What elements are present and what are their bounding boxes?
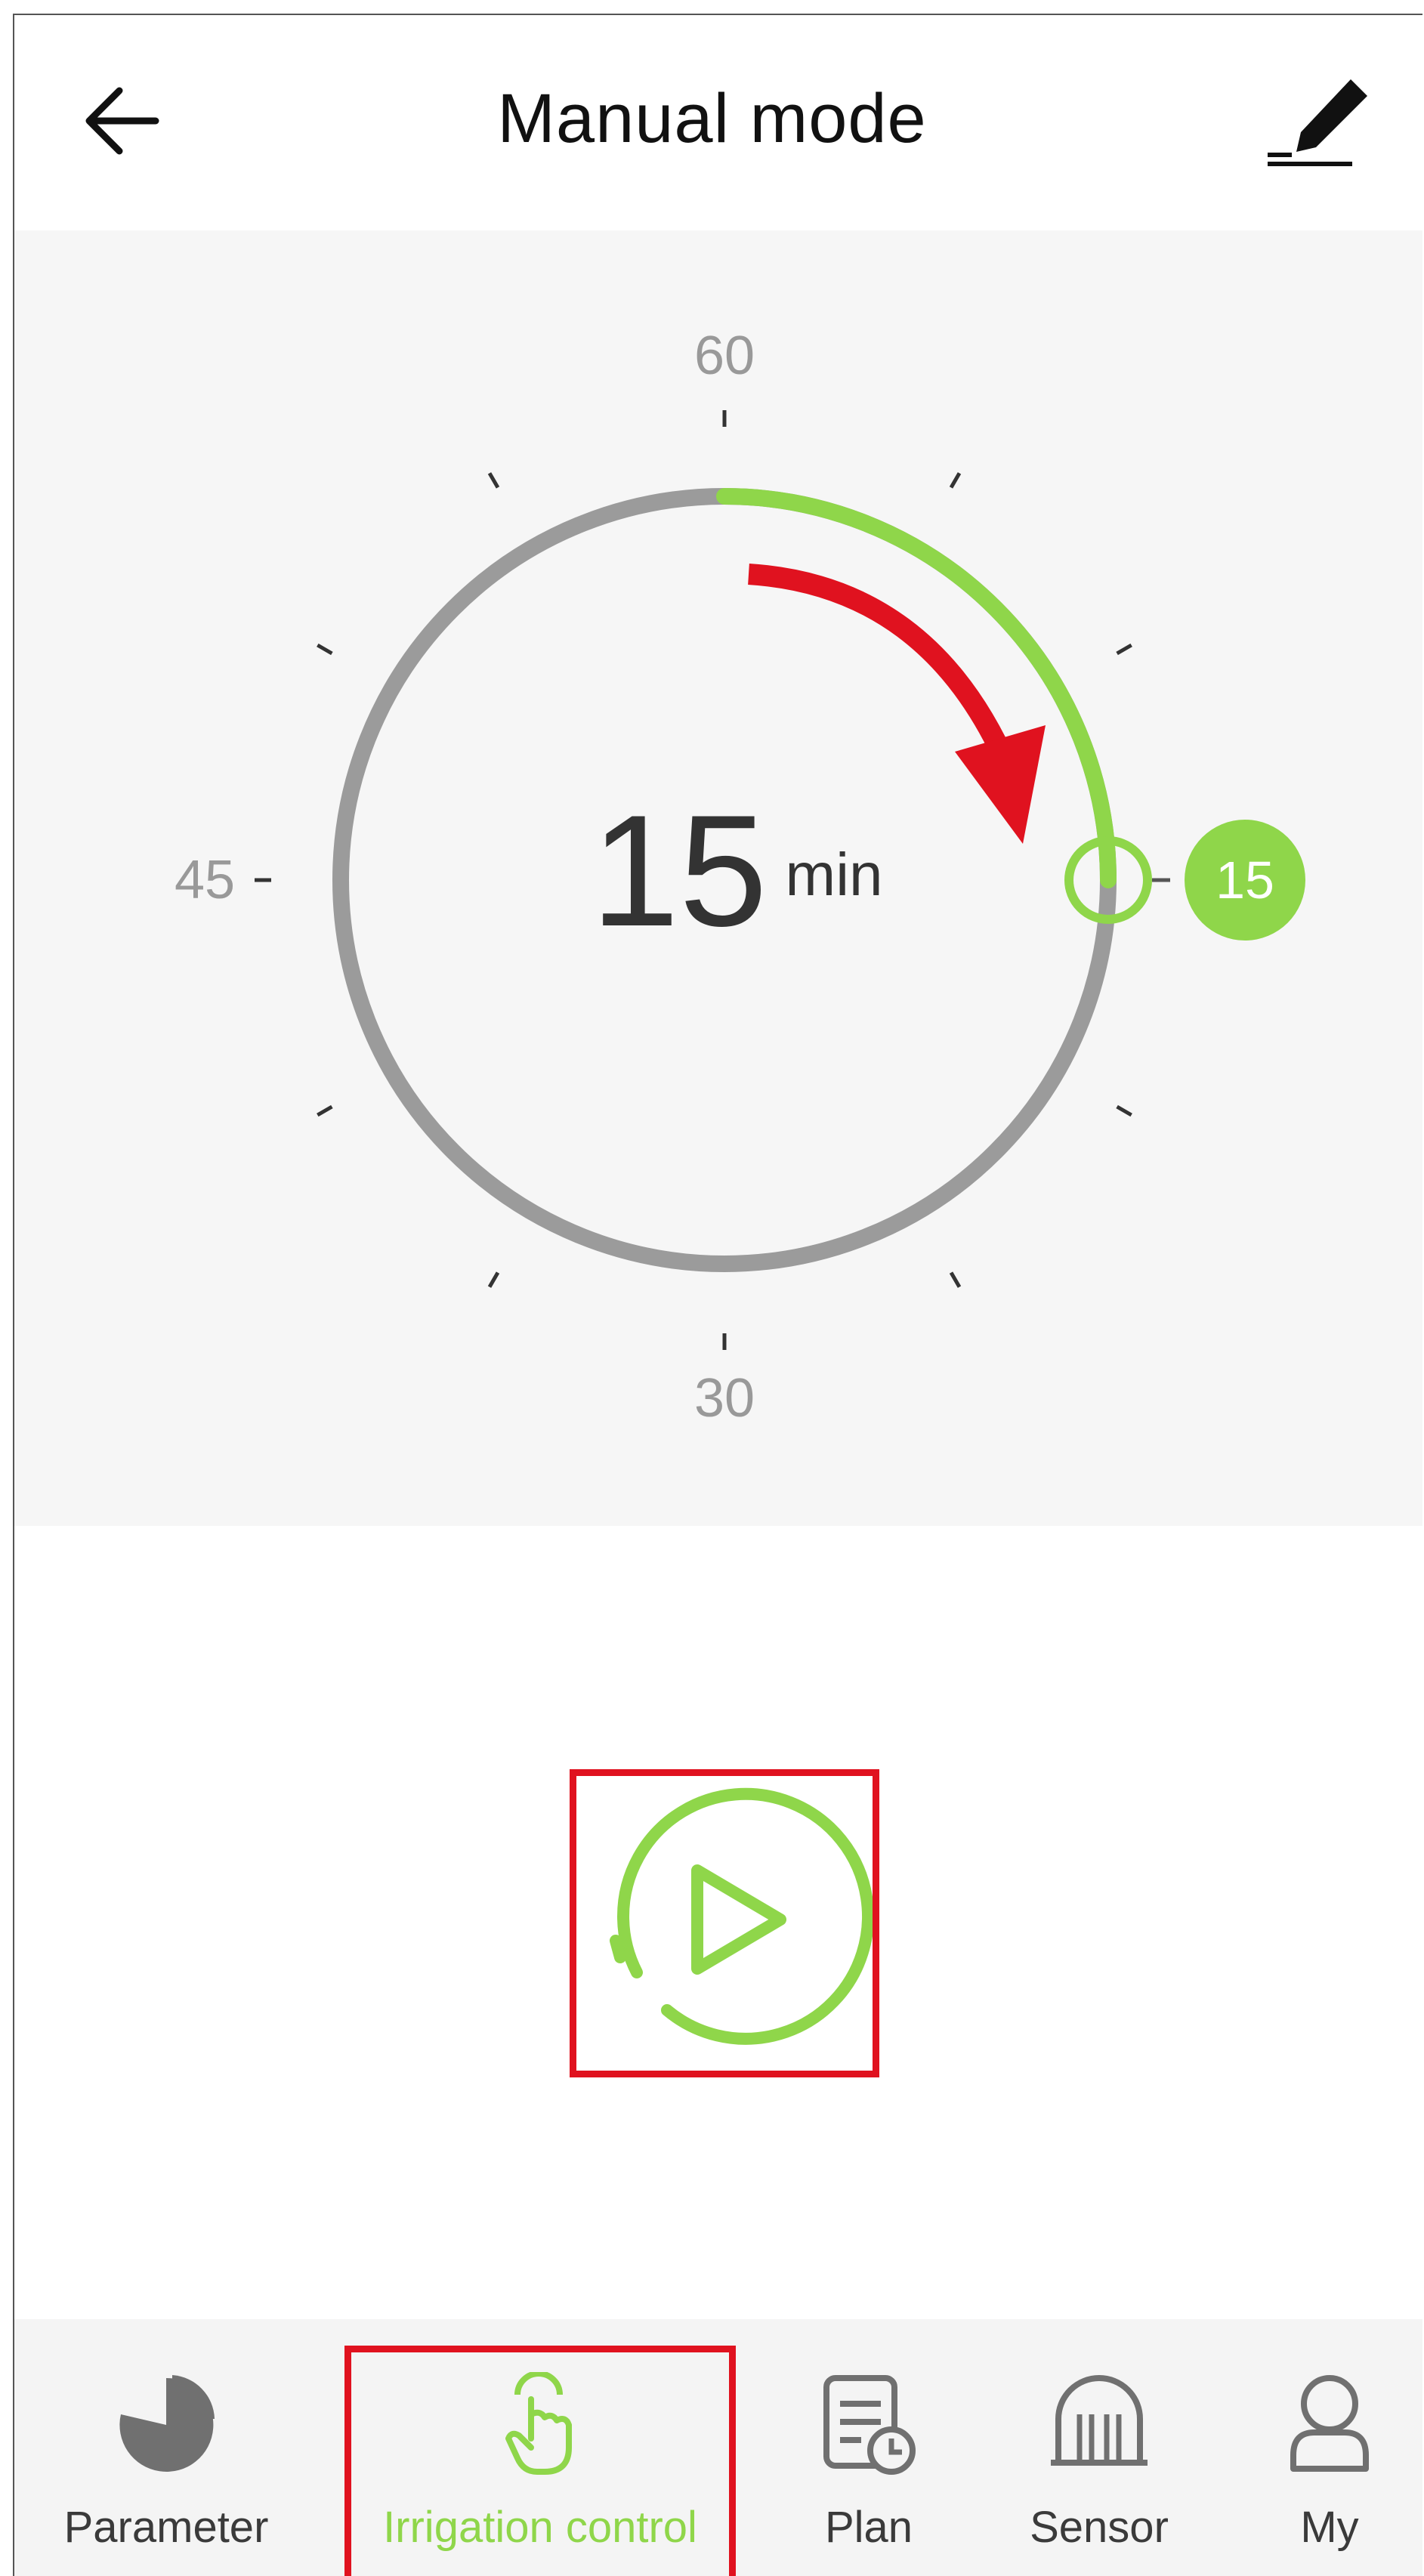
dial-tick bbox=[949, 472, 962, 489]
pencil-icon bbox=[1268, 79, 1367, 166]
tab-sensor-label: Sensor bbox=[1030, 2503, 1169, 2552]
dial-tick bbox=[317, 1104, 333, 1117]
scale-label-30: 30 bbox=[694, 1368, 755, 1429]
tab-parameter[interactable]: Parameter bbox=[30, 2327, 302, 2576]
timer-dial-panel: 15 60 45 30 15 min bbox=[14, 230, 1422, 1526]
sensor-icon bbox=[1046, 2372, 1152, 2482]
scale-label-60: 60 bbox=[694, 326, 755, 386]
dial-tick bbox=[317, 643, 333, 656]
tab-plan[interactable]: Plan bbox=[755, 2327, 982, 2576]
dial-tick bbox=[487, 472, 500, 489]
tab-my[interactable]: My bbox=[1239, 2327, 1420, 2576]
document-clock-icon bbox=[816, 2372, 922, 2482]
value-marker-label: 15 bbox=[1215, 851, 1274, 910]
dial-tick bbox=[487, 1271, 500, 1288]
timer-unit: min bbox=[786, 841, 883, 908]
tab-sensor[interactable]: Sensor bbox=[982, 2327, 1216, 2576]
edit-button[interactable] bbox=[1262, 72, 1375, 170]
dial-tick bbox=[1116, 643, 1132, 656]
timer-dial[interactable]: 15 60 45 30 15 min bbox=[14, 230, 1422, 1526]
timer-value: 15 bbox=[591, 782, 768, 959]
user-icon bbox=[1284, 2372, 1375, 2482]
tab-my-label: My bbox=[1300, 2503, 1359, 2552]
pie-chart-icon bbox=[113, 2372, 219, 2482]
tab-irrigation-control[interactable]: Irrigation control bbox=[344, 2327, 736, 2576]
dial-progress-arc bbox=[716, 488, 1117, 888]
play-button[interactable] bbox=[570, 1769, 879, 2077]
tab-plan-label: Plan bbox=[824, 2503, 913, 2552]
page-title: Manual mode bbox=[497, 80, 927, 157]
tab-parameter-label: Parameter bbox=[63, 2503, 269, 2552]
tab-irrigation-control-label: Irrigation control bbox=[383, 2503, 697, 2552]
dial-tick bbox=[1116, 1104, 1132, 1117]
scale-label-45: 45 bbox=[175, 850, 235, 910]
hand-touch-icon bbox=[495, 2371, 585, 2482]
play-circle-icon bbox=[610, 1787, 874, 2045]
dial-tick bbox=[949, 1271, 962, 1288]
